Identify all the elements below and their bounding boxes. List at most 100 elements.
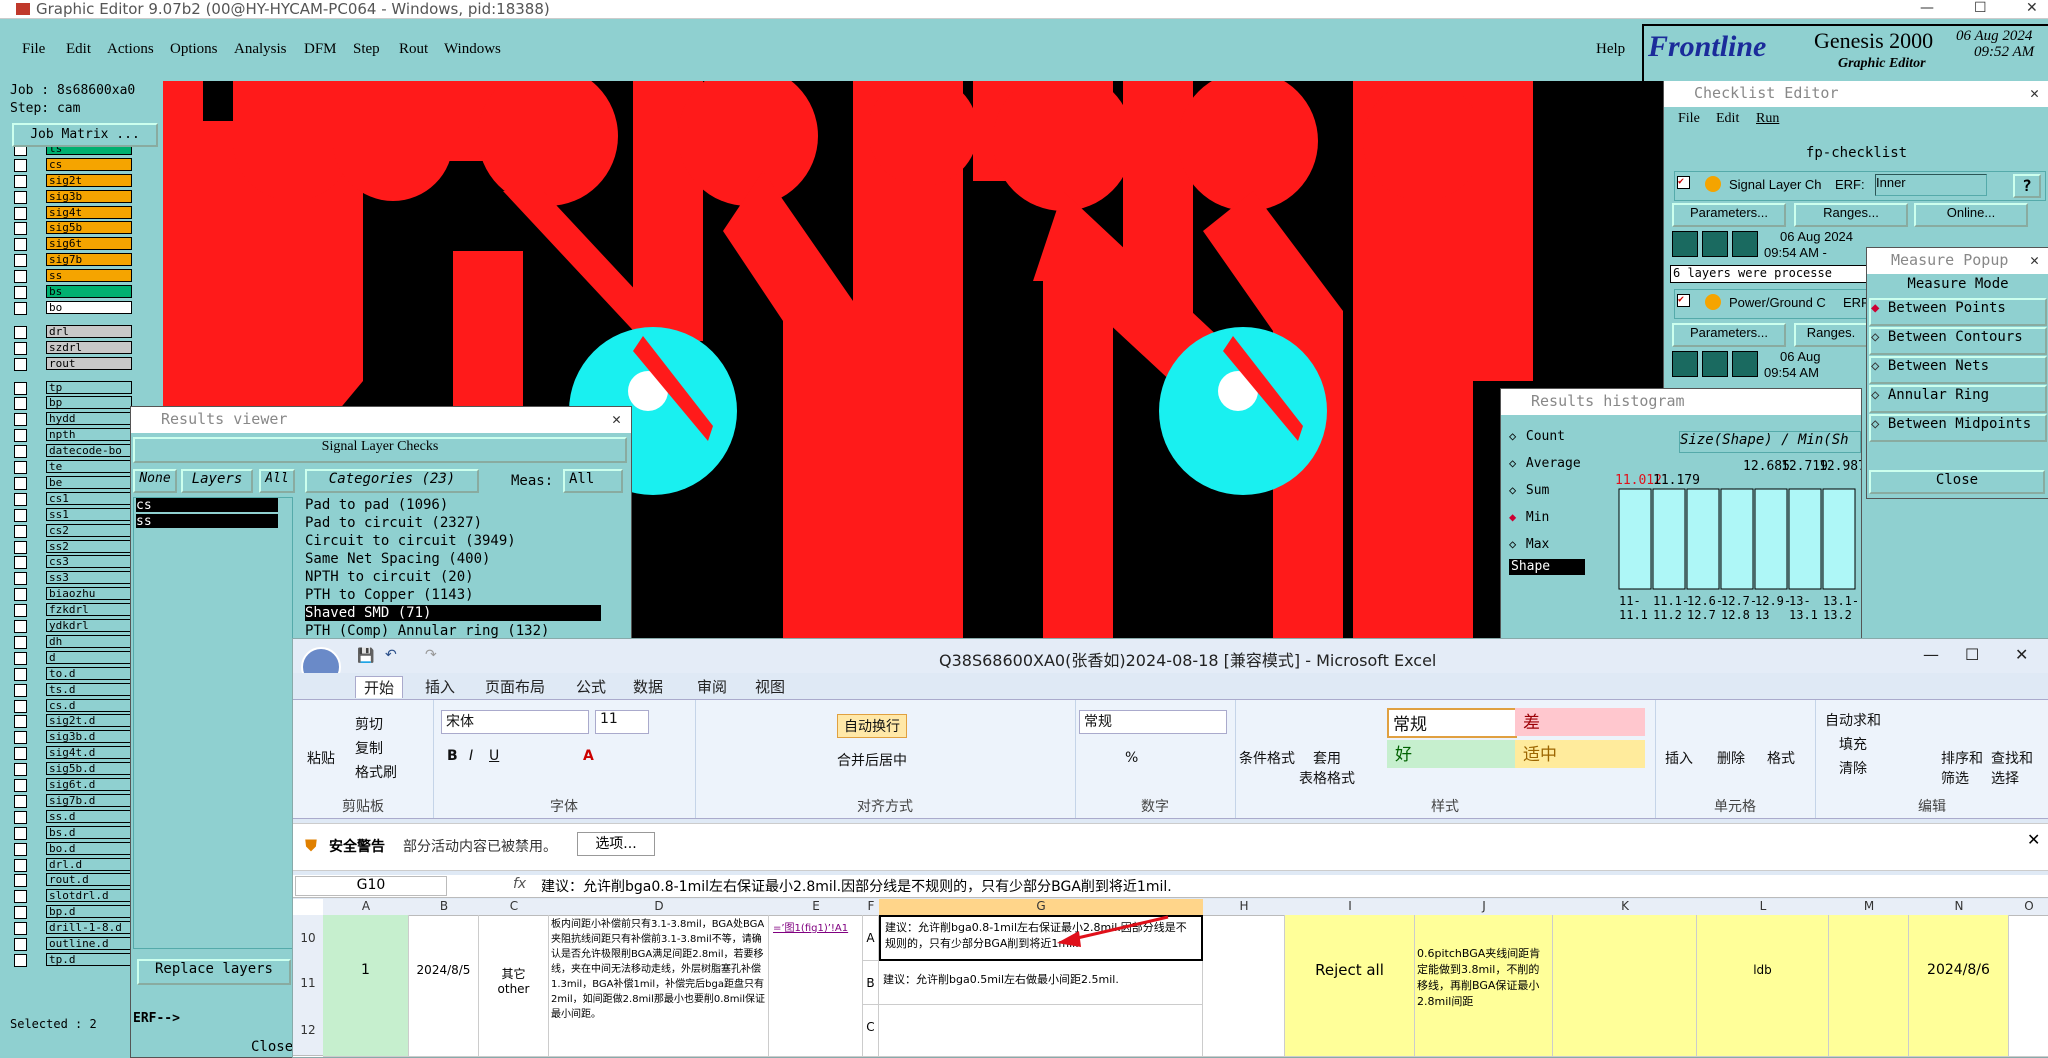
measure-option[interactable]: ◇ Between Nets: [1869, 356, 2047, 384]
sort-filter-button[interactable]: 排序和 筛选: [1941, 748, 1983, 788]
find-select-button[interactable]: 查找和 选择: [1991, 748, 2033, 788]
undo-icon[interactable]: ↶: [385, 647, 397, 663]
column-header[interactable]: J: [1415, 899, 1554, 916]
cell-n10[interactable]: 2024/8/6: [1909, 915, 2009, 1057]
cell-d10[interactable]: 板内间距小补偿前只有3.1-3.8mil，BGA处BGA夹阻抗线间距只有补偿前3…: [549, 915, 769, 1057]
format-button[interactable]: 格式: [1767, 748, 1795, 768]
layer-name[interactable]: drill-1-8.d: [46, 921, 132, 935]
menu-file[interactable]: File: [22, 41, 45, 58]
layer-row[interactable]: biaozhu: [14, 587, 132, 602]
layer-row[interactable]: sig5b.d: [14, 762, 132, 777]
layer-name[interactable]: slotdrl.d: [46, 889, 132, 903]
layer-checkbox[interactable]: [14, 572, 27, 586]
layer-name[interactable]: bo: [46, 300, 132, 314]
layer-checkbox[interactable]: [14, 826, 27, 840]
none-button[interactable]: None: [133, 469, 177, 493]
histogram-bar[interactable]: [1618, 488, 1652, 590]
layer-row[interactable]: sig5b: [14, 221, 132, 236]
checklist-menu-file[interactable]: File: [1678, 111, 1700, 127]
layer-row[interactable]: cs3: [14, 555, 132, 570]
redo-icon[interactable]: ↷: [425, 647, 437, 663]
online-button[interactable]: Online...: [1914, 203, 2028, 227]
run-icon[interactable]: [1702, 351, 1728, 377]
menu-actions[interactable]: Actions: [107, 41, 154, 58]
cell-f11[interactable]: B: [863, 961, 879, 1005]
layer-checkbox[interactable]: [14, 794, 27, 808]
layer-checkbox[interactable]: [14, 325, 27, 339]
layer-row[interactable]: ts.d: [14, 682, 132, 697]
categories-button[interactable]: Categories (23): [305, 469, 479, 493]
layer-row[interactable]: ss3: [14, 571, 132, 586]
cell-i10[interactable]: Reject all: [1285, 915, 1415, 1057]
layer-name[interactable]: sig6t.d: [46, 778, 132, 791]
close-icon[interactable]: ✕: [2030, 84, 2039, 102]
replace-layers-button[interactable]: Replace layers: [137, 959, 291, 985]
copy-button[interactable]: 复制: [355, 738, 383, 758]
layer-row[interactable]: bp: [14, 396, 132, 411]
layer-checkbox[interactable]: [14, 906, 27, 920]
style-good[interactable]: 好: [1387, 740, 1521, 768]
style-bad[interactable]: 差: [1515, 708, 1645, 736]
meas-dropdown[interactable]: All: [563, 469, 623, 493]
category-item[interactable]: Circuit to circuit (3949): [305, 533, 601, 549]
layer-row[interactable]: datecode-bo: [14, 444, 132, 459]
column-header[interactable]: K: [1553, 899, 1698, 916]
layer-name[interactable]: sig4t.d: [46, 746, 132, 760]
cell-f12[interactable]: C: [863, 1005, 879, 1057]
layer-row[interactable]: tp: [14, 380, 132, 395]
checklist-menu-run[interactable]: Run: [1756, 111, 1779, 127]
menu-rout[interactable]: Rout: [399, 41, 428, 58]
layer-checkbox[interactable]: [14, 683, 27, 697]
histogram-bar[interactable]: [1754, 488, 1788, 590]
layer-name[interactable]: sig2t: [46, 173, 132, 187]
cell-f10[interactable]: A: [863, 915, 879, 961]
fx-icon[interactable]: fx: [513, 876, 526, 892]
layer-name[interactable]: outline.d: [46, 937, 132, 950]
cut-button[interactable]: 剪切: [355, 714, 383, 734]
layer-row[interactable]: dh: [14, 634, 132, 649]
layer-name[interactable]: hydd: [46, 412, 132, 426]
measure-close-button[interactable]: Close: [1869, 470, 2045, 494]
column-header[interactable]: L: [1697, 899, 1830, 916]
layer-name[interactable]: biaozhu: [46, 587, 132, 601]
layer-name[interactable]: to.d: [46, 666, 132, 680]
bold-button[interactable]: B: [447, 748, 458, 764]
layer-row[interactable]: sig7b: [14, 253, 132, 268]
tab-data[interactable]: 数据: [633, 676, 663, 697]
measure-option[interactable]: ◇ Between Contours: [1869, 327, 2047, 355]
layer-checkbox[interactable]: [14, 922, 27, 936]
cell-a10[interactable]: 1: [323, 915, 409, 1057]
layer-row[interactable]: be: [14, 475, 132, 490]
layer-name[interactable]: ts.d: [46, 682, 132, 696]
tab-home[interactable]: 开始: [355, 676, 404, 698]
category-item[interactable]: Shaved SMD (71): [305, 605, 601, 621]
layer-name[interactable]: be: [46, 475, 132, 489]
conditional-format-button[interactable]: 条件格式: [1239, 748, 1295, 768]
layer-row[interactable]: sig4t: [14, 205, 132, 220]
cell-b10[interactable]: 2024/8/5: [409, 915, 479, 1057]
layer-name[interactable]: datecode-bo: [46, 444, 132, 458]
layer-checkbox[interactable]: [14, 445, 27, 459]
cell-c10[interactable]: 其它 other: [479, 915, 549, 1057]
cell-g12[interactable]: [879, 1005, 1203, 1057]
cell-g11[interactable]: 建议：允许削bga0.5mil左右做最小间距2.5mil.: [879, 961, 1203, 1005]
option-count[interactable]: ◇ Count: [1509, 425, 1565, 444]
row-header[interactable]: 12: [293, 1005, 323, 1056]
close-icon[interactable]: ✕: [2027, 830, 2040, 849]
measure-option[interactable]: ◇ Annular Ring: [1869, 385, 2047, 413]
format-painter-button[interactable]: 格式刷: [355, 762, 397, 782]
layer-name[interactable]: tp.d: [46, 952, 132, 966]
layer-row[interactable]: ss: [14, 269, 132, 284]
layer-row[interactable]: tp.d: [14, 952, 132, 967]
layer-row[interactable]: cs: [14, 157, 132, 172]
layer-name[interactable]: drl.d: [46, 857, 132, 871]
layer-name[interactable]: sig4t: [46, 205, 132, 219]
layer-row[interactable]: fzkdrl: [14, 603, 132, 618]
layer-name[interactable]: sig2t.d: [46, 714, 132, 728]
check-icon[interactable]: ✔: [1677, 294, 1690, 307]
layer-row[interactable]: slotdrl.d: [14, 889, 132, 904]
layer-row[interactable]: sig7b.d: [14, 793, 132, 808]
category-item[interactable]: NPTH to circuit (20): [305, 569, 601, 585]
help-button[interactable]: ?: [2013, 174, 2041, 198]
histogram-bar[interactable]: [1822, 488, 1856, 590]
